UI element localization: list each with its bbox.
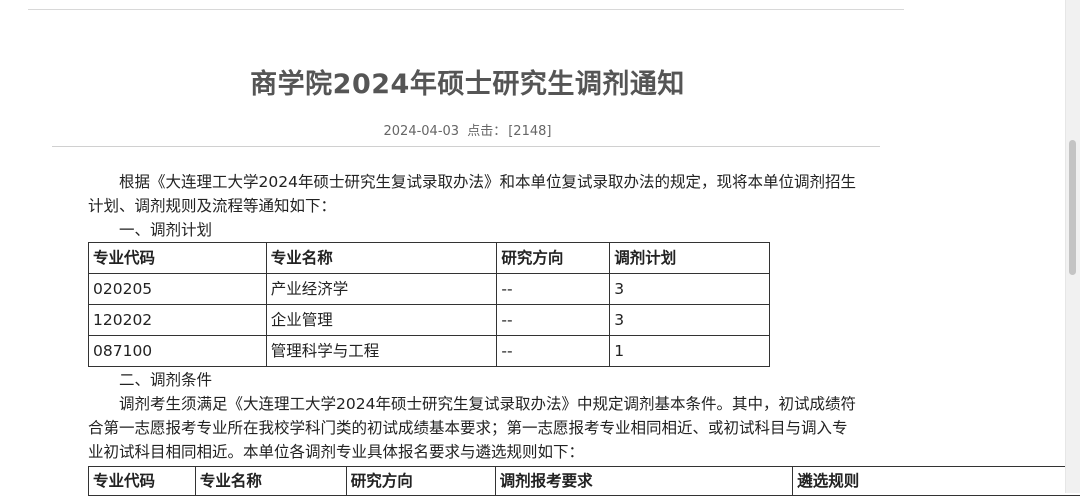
adjustment-plan-table: 专业代码 专业名称 研究方向 调剂计划 020205 产业经济学 -- 3 12… (88, 242, 770, 367)
selection-rules-table: 专业代码 专业名称 研究方向 调剂报考要求 遴选规则 (88, 466, 1080, 496)
table-header-row: 专业代码 专业名称 研究方向 调剂计划 (89, 243, 770, 274)
conditions-paragraph: 调剂考生须满足《大连理工大学2024年硕士研究生复试录取办法》中规定调剂基本条件… (88, 392, 858, 464)
publish-date: 2024-04-03 (384, 124, 460, 139)
cell-major-code: 087100 (89, 336, 267, 367)
table-row: 020205 产业经济学 -- 3 (89, 274, 770, 305)
page-title: 商学院2024年硕士研究生调剂通知 (0, 62, 935, 101)
cell-research-direction: -- (497, 336, 610, 367)
vertical-scrollbar[interactable] (1065, 0, 1080, 493)
header-major-code: 专业代码 (89, 243, 267, 274)
table-row: 120202 企业管理 -- 3 (89, 305, 770, 336)
click-count-label: 点击： (467, 124, 506, 139)
cell-adjustment-plan: 1 (610, 336, 770, 367)
header-research-direction: 研究方向 (346, 467, 495, 496)
header-application-requirements: 调剂报考要求 (495, 467, 793, 496)
title-divider (52, 146, 880, 147)
header-major-code: 专业代码 (89, 467, 196, 496)
section-heading-conditions: 二、调剂条件 (88, 368, 858, 392)
cell-adjustment-plan: 3 (610, 305, 770, 336)
header-selection-rules: 遴选规则 (793, 467, 1080, 496)
cell-major-name: 产业经济学 (266, 274, 497, 305)
header-adjustment-plan: 调剂计划 (610, 243, 770, 274)
table-row: 087100 管理科学与工程 -- 1 (89, 336, 770, 367)
header-major-name: 专业名称 (266, 243, 497, 274)
top-divider (28, 9, 904, 10)
cell-major-code: 120202 (89, 305, 267, 336)
cell-major-name: 管理科学与工程 (266, 336, 497, 367)
cell-major-name: 企业管理 (266, 305, 497, 336)
article-body: 根据《大连理工大学2024年硕士研究生复试录取办法》和本单位复试录取办法的规定，… (88, 170, 858, 496)
scrollbar-thumb[interactable] (1069, 140, 1076, 275)
article-meta: 2024-04-03 点击：[2148] (0, 120, 935, 139)
cell-research-direction: -- (497, 305, 610, 336)
click-count-value: [2148] (508, 124, 551, 139)
section-heading-plan: 一、调剂计划 (88, 218, 858, 242)
table-header-row: 专业代码 专业名称 研究方向 调剂报考要求 遴选规则 (89, 467, 1080, 496)
header-major-name: 专业名称 (195, 467, 346, 496)
cell-research-direction: -- (497, 274, 610, 305)
intro-paragraph: 根据《大连理工大学2024年硕士研究生复试录取办法》和本单位复试录取办法的规定，… (88, 170, 858, 218)
cell-major-code: 020205 (89, 274, 267, 305)
header-research-direction: 研究方向 (497, 243, 610, 274)
cell-adjustment-plan: 3 (610, 274, 770, 305)
